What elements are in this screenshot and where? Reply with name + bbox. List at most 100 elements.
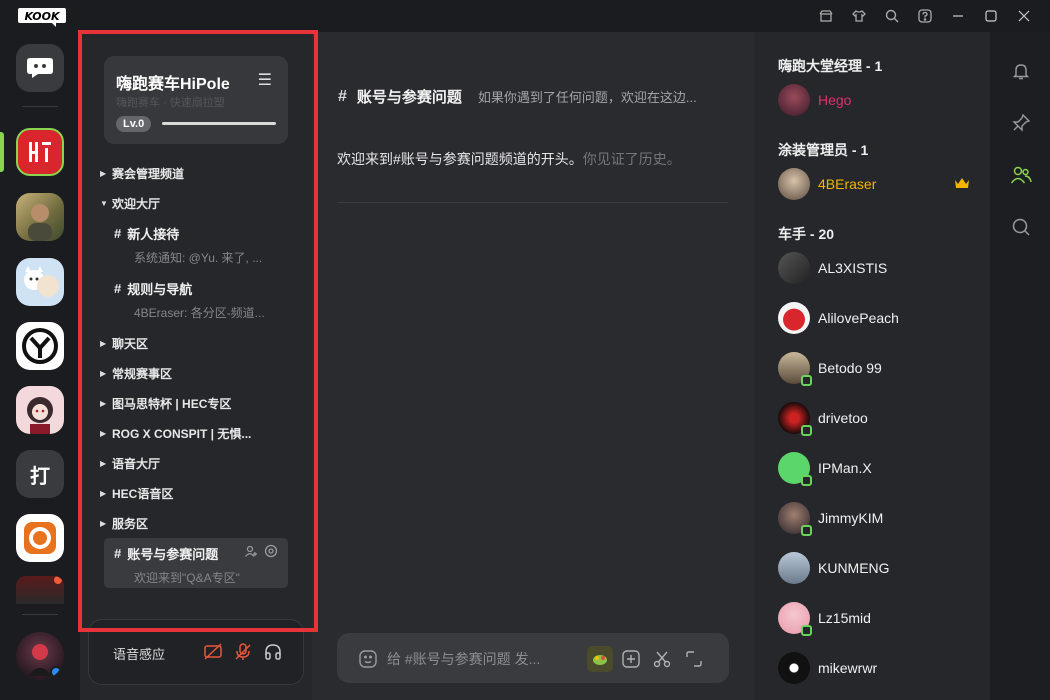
avatar — [778, 402, 812, 436]
channel-title: 账号与参赛问题 — [356, 89, 462, 106]
category-2[interactable]: ▶ 聊天区 — [100, 335, 148, 352]
avatar — [778, 168, 810, 200]
voice-mode-label: 语音感应 — [113, 647, 166, 662]
member-item[interactable]: mikewrwr — [778, 652, 877, 684]
avatar — [778, 602, 812, 636]
avatar — [778, 84, 810, 116]
headphones-icon[interactable] — [263, 642, 283, 662]
member-item[interactable]: AlilovePeach — [778, 302, 899, 334]
skin-shirt-icon[interactable] — [842, 6, 875, 26]
member-item[interactable]: Lz15mid — [778, 602, 871, 636]
members-icon[interactable] — [1009, 163, 1033, 187]
member-item[interactable]: IPMan.X — [778, 452, 872, 486]
caret-right-icon: ▶ — [100, 399, 107, 408]
avatar — [778, 302, 810, 334]
direct-messages-button[interactable] — [16, 44, 64, 92]
store-icon[interactable] — [809, 6, 842, 26]
member-item[interactable]: AL3XISTIS — [778, 252, 887, 284]
fullscreen-icon[interactable] — [683, 648, 705, 670]
channel-item-0[interactable]: # 新人接待 系统通知: @Yu. 来了, ... — [114, 224, 289, 266]
member-item[interactable]: Betodo 99 — [778, 352, 882, 386]
avatar — [778, 552, 810, 584]
sticker-icon[interactable] — [587, 646, 613, 672]
kook-logo: KOOK — [18, 7, 68, 27]
caret-right-icon: ▶ — [100, 169, 107, 178]
crown-icon — [954, 176, 970, 195]
pin-icon[interactable] — [1009, 111, 1033, 135]
online-status-icon — [801, 375, 812, 386]
role-header: 涂装管理员 - 1 — [778, 142, 869, 158]
search-icon[interactable] — [875, 6, 908, 26]
member-item[interactable]: Hego — [778, 84, 851, 116]
online-status-icon — [801, 475, 812, 486]
server-header-card[interactable]: 嗨跑赛车HiPole ☰ 嗨跑赛车 · 快速扇拉塑 Lv.0 — [104, 56, 288, 144]
avatar — [778, 452, 812, 486]
minimize-icon[interactable] — [941, 6, 974, 26]
server-dark-partial[interactable] — [16, 576, 64, 604]
category-1[interactable]: ▼ 欢迎大厅 — [100, 195, 160, 212]
voice-panel: 语音感应 — [88, 619, 304, 685]
avatar — [778, 652, 810, 684]
member-item[interactable]: JimmyKIM — [778, 502, 883, 536]
server-menu-icon[interactable]: ☰ — [258, 70, 272, 90]
server-rail: 打 — [0, 32, 80, 700]
screen-share-off-icon[interactable] — [203, 642, 223, 662]
member-item[interactable]: 4BEraser — [778, 168, 970, 200]
channel-item-2[interactable]: # 账号与参赛问题 欢迎来到"Q&A专区" — [114, 544, 289, 586]
category-3[interactable]: ▶ 常规赛事区 — [100, 365, 172, 382]
category-4[interactable]: ▶ 图马思特杯 | HEC专区 — [100, 395, 231, 412]
message-composer[interactable]: 给 #账号与参赛问题 发... — [337, 633, 729, 683]
member-item[interactable]: KUNMENG — [778, 552, 890, 584]
level-badge: Lv.0 — [116, 116, 152, 132]
category-8[interactable]: ▶ 服务区 — [100, 515, 148, 532]
svg-text:KOOK: KOOK — [24, 10, 61, 23]
channel-item-1[interactable]: # 规则与导航 4BEraser: 各分区-频道... — [114, 279, 289, 321]
add-attachment-icon[interactable] — [620, 648, 642, 670]
channel-topic[interactable]: 如果你遇到了任何问题，欢迎在这边... — [478, 87, 718, 106]
mic-off-icon[interactable] — [233, 642, 253, 662]
bell-icon[interactable] — [1009, 59, 1033, 83]
hash-icon: # — [114, 226, 122, 241]
server-anime-girl[interactable] — [16, 386, 64, 434]
server-hipole[interactable] — [16, 128, 64, 176]
category-5[interactable]: ▶ ROG X CONSPIT | 无惧... — [100, 425, 251, 442]
server-da[interactable]: 打 — [16, 450, 64, 498]
hipole-logo-icon — [29, 142, 51, 162]
invite-user-icon[interactable] — [244, 544, 258, 563]
member-list: 嗨跑大堂经理 - 1 Hego 涂装管理员 - 1 4BEraser 车手 - … — [754, 32, 990, 700]
help-icon[interactable] — [908, 6, 941, 26]
close-icon[interactable] — [1007, 6, 1040, 26]
user-avatar[interactable] — [16, 632, 64, 680]
avatar — [778, 252, 810, 284]
role-header: 嗨跑大堂经理 - 1 — [778, 58, 883, 74]
caret-right-icon: ▶ — [100, 339, 107, 348]
online-status-icon — [801, 425, 812, 436]
avatar — [778, 502, 812, 536]
message-input[interactable]: 给 #账号与参赛问题 发... — [387, 649, 540, 669]
hash-icon: # — [114, 281, 122, 296]
category-7[interactable]: ▶ HEC语音区 — [100, 485, 173, 502]
role-header: 车手 - 20 — [778, 226, 835, 242]
emoji-icon[interactable] — [357, 648, 379, 670]
maximize-icon[interactable] — [974, 6, 1007, 26]
channel-header: # 账号与参赛问题 如果你遇到了任何问题，欢迎在这边... — [338, 86, 718, 107]
caret-right-icon: ▶ — [100, 369, 107, 378]
online-status-icon — [801, 525, 812, 536]
category-0[interactable]: ▶ 赛会管理频道 — [100, 165, 184, 182]
server-yt-logo[interactable] — [16, 322, 64, 370]
server-ghost-text: 嗨跑赛车 · 快速扇拉塑 — [116, 97, 225, 109]
online-status-icon — [801, 625, 812, 636]
server-anime-cats[interactable] — [16, 258, 64, 306]
welcome-message: 欢迎来到#账号与参赛问题频道的开头。你见证了历史。 — [337, 151, 681, 167]
search-icon[interactable] — [1009, 215, 1033, 239]
server-orange-badge[interactable] — [16, 514, 64, 562]
category-6[interactable]: ▶ 语音大厅 — [100, 455, 160, 472]
caret-right-icon: ▶ — [100, 519, 107, 528]
server-avatar-photo[interactable] — [16, 193, 64, 241]
member-item[interactable]: drivetoo — [778, 402, 868, 436]
chat-area: # 账号与参赛问题 如果你遇到了任何问题，欢迎在这边... 欢迎来到#账号与参赛… — [312, 32, 754, 700]
scissors-icon[interactable] — [651, 648, 673, 670]
caret-right-icon: ▶ — [100, 489, 107, 498]
avatar — [778, 352, 812, 386]
channel-settings-icon[interactable] — [264, 544, 278, 563]
